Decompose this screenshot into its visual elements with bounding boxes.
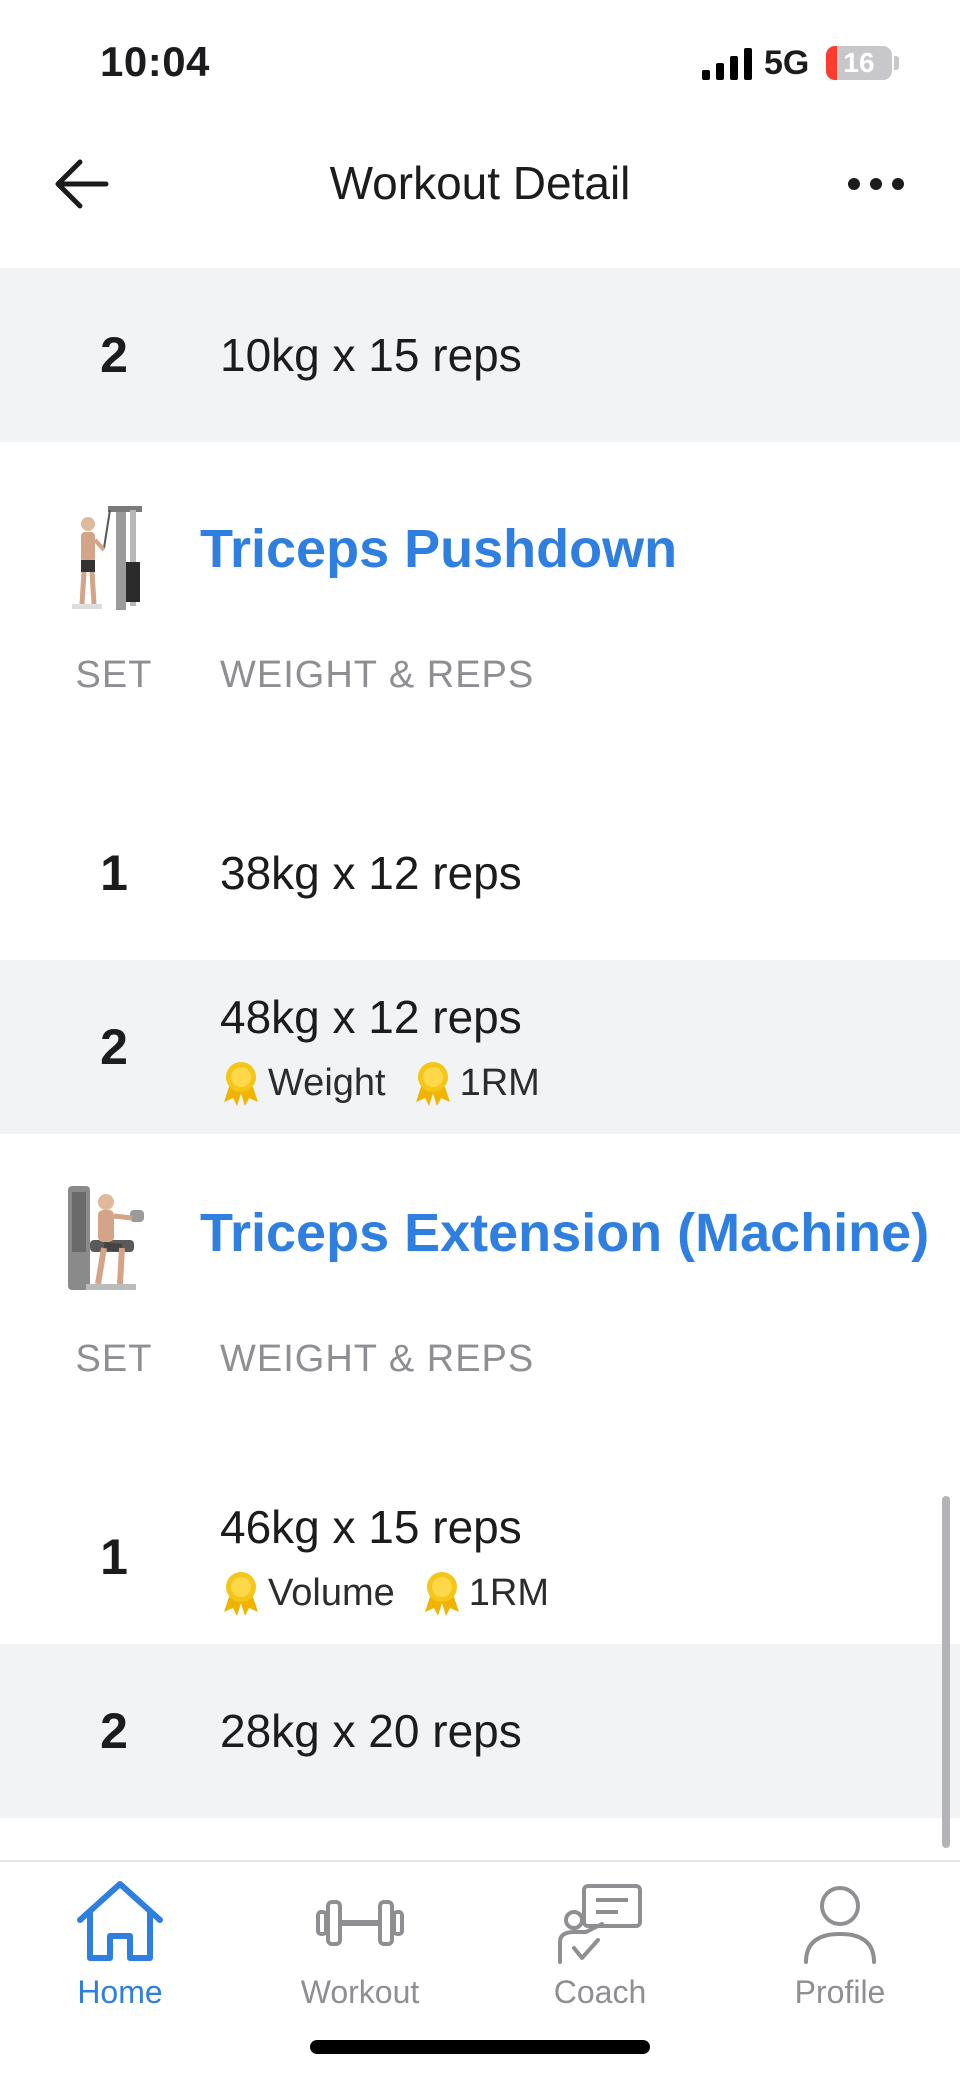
record-badge: Weight xyxy=(220,1060,386,1106)
page-title: Workout Detail xyxy=(329,157,631,209)
tab-label: Coach xyxy=(553,1974,647,2010)
set-number: 2 xyxy=(100,327,128,383)
tab-workout[interactable]: Workout xyxy=(260,1878,460,2028)
badge-label: Weight xyxy=(268,1061,386,1104)
set-weight-reps: 46kg x 15 reps xyxy=(220,1501,522,1553)
tab-coach[interactable]: Coach xyxy=(500,1878,700,2028)
set-row: 2 48kg x 12 reps Weight 1RM xyxy=(0,960,960,1134)
arrow-left-icon[interactable] xyxy=(48,148,120,220)
column-headers: SET WEIGHT & REPS xyxy=(0,1332,960,1402)
ellipsis-icon[interactable] xyxy=(840,148,912,220)
battery-level: 16 xyxy=(843,47,875,78)
column-header-weight-reps: WEIGHT & REPS xyxy=(220,654,535,696)
record-badge: 1RM xyxy=(412,1060,540,1106)
badge-label: 1RM xyxy=(468,1571,549,1614)
set-weight-reps: 28kg x 20 reps xyxy=(220,1705,522,1757)
record-badges: Volume 1RM xyxy=(220,1570,575,1616)
column-header-set: SET xyxy=(75,1338,153,1380)
set-row: 2 10kg x 15 reps xyxy=(0,268,960,442)
set-number: 1 xyxy=(100,845,128,901)
column-headers: SET WEIGHT & REPS xyxy=(0,648,960,718)
tab-label: Profile xyxy=(794,1974,886,2010)
tab-profile[interactable]: Profile xyxy=(740,1878,940,2028)
home-icon xyxy=(77,1881,163,1961)
set-number: 1 xyxy=(100,1529,128,1585)
exercise-name[interactable]: Triceps Pushdown xyxy=(200,518,677,580)
column-header-weight-reps: WEIGHT & REPS xyxy=(220,1338,535,1380)
exercise-name[interactable]: Triceps Extension (Machine) xyxy=(200,1202,929,1264)
medal-icon xyxy=(415,1062,450,1106)
set-number: 2 xyxy=(100,1019,128,1075)
badge-label: Volume xyxy=(268,1571,395,1614)
tab-label: Workout xyxy=(300,1974,420,2010)
coach-icon xyxy=(558,1884,642,1964)
record-badge: 1RM xyxy=(421,1570,549,1616)
battery-cap xyxy=(894,56,899,70)
set-row: 1 46kg x 15 reps Volume 1RM xyxy=(0,1470,960,1644)
exercise-header: Triceps Extension (Machine) xyxy=(0,1162,960,1312)
set-weight-reps: 10kg x 15 reps xyxy=(220,329,522,381)
cable-pushdown-exercise-icon[interactable] xyxy=(64,496,154,616)
profile-icon xyxy=(804,1886,876,1964)
tab-label: Home xyxy=(77,1974,163,2010)
column-header-set: SET xyxy=(75,654,153,696)
scrollbar[interactable] xyxy=(942,1496,950,1848)
set-row: 2 28kg x 20 reps xyxy=(0,1644,960,1818)
tab-home[interactable]: Home xyxy=(20,1878,220,2028)
status-time: 10:04 xyxy=(100,38,210,85)
workout-detail-content[interactable]: 2 10kg x 15 reps Triceps Pushdown SET WE… xyxy=(0,268,960,1860)
badge-label: 1RM xyxy=(459,1061,540,1104)
machine-extension-exercise-icon[interactable] xyxy=(64,1180,154,1300)
record-badges: Weight 1RM xyxy=(220,1060,566,1106)
exercise-header: Triceps Pushdown xyxy=(0,478,960,628)
set-weight-reps: 38kg x 12 reps xyxy=(220,847,522,899)
status-bar: 10:04 5G 16 xyxy=(0,0,960,130)
medal-icon xyxy=(424,1572,459,1616)
navigation-bar: Workout Detail xyxy=(0,130,960,270)
record-badge: Volume xyxy=(220,1570,395,1616)
set-number: 2 xyxy=(100,1703,128,1759)
cellular-signal-icon xyxy=(702,48,752,80)
medal-icon xyxy=(224,1062,258,1106)
battery-icon: 16 xyxy=(826,46,892,80)
medal-icon xyxy=(224,1572,258,1616)
home-indicator xyxy=(310,2040,650,2054)
set-weight-reps: 48kg x 12 reps xyxy=(220,991,522,1043)
set-row: 1 38kg x 12 reps xyxy=(0,786,960,960)
network-type: 5G xyxy=(764,44,810,82)
dumbbell-icon xyxy=(316,1900,404,1946)
